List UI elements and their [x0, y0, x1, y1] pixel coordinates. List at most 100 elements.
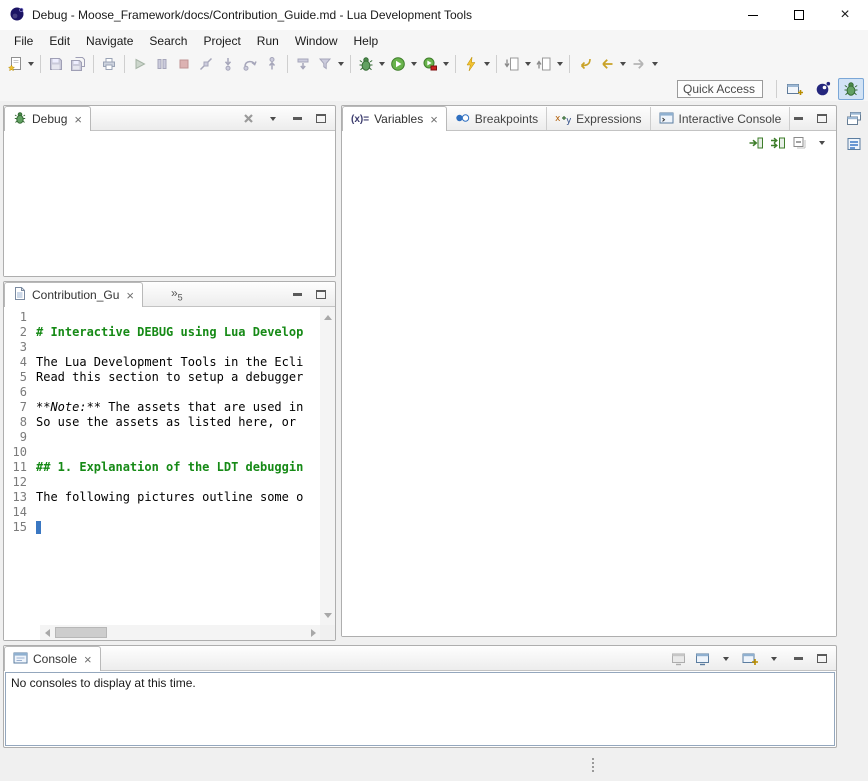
close-button[interactable]: ×	[822, 0, 868, 30]
lightning-button[interactable]	[460, 53, 482, 75]
toolbar-separator	[496, 55, 497, 73]
use-step-filters-dropdown[interactable]	[336, 53, 346, 75]
external-tools-dropdown[interactable]	[441, 53, 451, 75]
line-number: 2	[4, 325, 36, 340]
step-into-button[interactable]	[217, 53, 239, 75]
scroll-right-button[interactable]	[306, 626, 320, 640]
save-all-button[interactable]	[67, 53, 89, 75]
step-over-button[interactable]	[239, 53, 261, 75]
menu-help[interactable]: Help	[346, 32, 387, 50]
menu-file[interactable]: File	[6, 32, 41, 50]
tab-close-icon[interactable]: ×	[430, 113, 438, 126]
scroll-up-button[interactable]	[321, 310, 335, 324]
disconnect-button[interactable]	[195, 53, 217, 75]
line-number: 13	[4, 490, 36, 505]
save-button[interactable]	[45, 53, 67, 75]
use-step-filters-button[interactable]	[314, 53, 336, 75]
breakpoints-view-icon	[455, 111, 470, 128]
tab-interactive-console[interactable]: Interactive Console	[651, 107, 791, 131]
menu-edit[interactable]: Edit	[41, 32, 78, 50]
scroll-left-button[interactable]	[40, 626, 54, 640]
arrow-up-icon	[324, 315, 332, 320]
new-dropdown[interactable]	[26, 53, 36, 75]
scroll-down-button[interactable]	[321, 608, 335, 622]
lightning-dropdown[interactable]	[482, 53, 492, 75]
view-menu-button[interactable]	[814, 135, 830, 151]
menu-project[interactable]: Project	[195, 32, 248, 50]
forward-dropdown[interactable]	[650, 53, 660, 75]
previous-annotation-dropdown[interactable]	[555, 53, 565, 75]
quick-access-box[interactable]: Quick Access	[677, 80, 763, 98]
window-title: Debug - Moose_Framework/docs/Contributio…	[32, 8, 472, 22]
tab-close-icon[interactable]: ×	[126, 289, 134, 302]
last-edit-location-button[interactable]	[574, 53, 596, 75]
tab-console[interactable]: Console ×	[4, 646, 101, 671]
menu-window[interactable]: Window	[287, 32, 346, 50]
tab-close-icon[interactable]: ×	[84, 653, 92, 666]
display-selected-console-dropdown[interactable]	[718, 651, 734, 667]
vertical-scrollbar[interactable]	[320, 307, 335, 625]
print-button[interactable]	[98, 53, 120, 75]
suspend-button[interactable]	[151, 53, 173, 75]
debug-dropdown[interactable]	[377, 53, 387, 75]
back-button[interactable]	[596, 53, 618, 75]
restore-minimized-views-button[interactable]	[843, 108, 865, 130]
maximize-view-button[interactable]	[814, 651, 830, 667]
view-menu-button[interactable]	[265, 111, 281, 127]
resume-button[interactable]	[129, 53, 151, 75]
tab-close-icon[interactable]: ×	[74, 113, 82, 126]
new-button[interactable]	[4, 53, 26, 75]
previous-annotation-button[interactable]	[533, 53, 555, 75]
minimized-view-button[interactable]	[843, 133, 865, 155]
remove-all-terminated-button[interactable]	[241, 111, 257, 127]
collapse-all-button[interactable]	[792, 135, 808, 151]
menu-navigate[interactable]: Navigate	[78, 32, 141, 50]
drop-to-frame-button[interactable]	[292, 53, 314, 75]
trim-drag-handle[interactable]	[592, 758, 594, 760]
maximize-view-button[interactable]	[313, 111, 329, 127]
next-annotation-dropdown[interactable]	[523, 53, 533, 75]
forward-button[interactable]	[628, 53, 650, 75]
tab-variables[interactable]: (x)= Variables ×	[342, 106, 447, 131]
minimize-view-button[interactable]	[790, 651, 806, 667]
debug-view-content[interactable]	[4, 131, 335, 276]
minimize-view-button[interactable]	[790, 111, 806, 127]
external-tools-button[interactable]	[419, 53, 441, 75]
minimize-view-button[interactable]	[289, 287, 305, 303]
debug-button[interactable]	[355, 53, 377, 75]
code-line: 1	[4, 310, 320, 325]
back-dropdown[interactable]	[618, 53, 628, 75]
show-logical-structure-button[interactable]	[770, 135, 786, 151]
pin-console-button[interactable]	[670, 651, 686, 667]
maximize-view-button[interactable]	[814, 111, 830, 127]
open-perspective-button[interactable]	[782, 78, 808, 100]
console-text-viewer[interactable]: No consoles to display at this time.	[5, 672, 835, 746]
variables-view-content[interactable]	[342, 155, 836, 636]
next-annotation-button[interactable]	[501, 53, 523, 75]
scrollbar-thumb[interactable]	[55, 627, 107, 638]
editor-text-area[interactable]: 1 2# Interactive DEBUG using Lua Develop…	[4, 307, 320, 625]
open-console-dropdown[interactable]	[766, 651, 782, 667]
step-return-button[interactable]	[261, 53, 283, 75]
terminate-button[interactable]	[173, 53, 195, 75]
maximize-view-button[interactable]	[313, 287, 329, 303]
maximize-button[interactable]	[776, 0, 822, 30]
open-console-button[interactable]	[742, 651, 758, 667]
minimize-view-button[interactable]	[289, 111, 305, 127]
run-dropdown[interactable]	[409, 53, 419, 75]
minimize-button[interactable]	[730, 0, 776, 30]
tab-expressions[interactable]: xy Expressions	[547, 107, 650, 131]
debug-perspective-button[interactable]	[838, 78, 864, 100]
menu-run[interactable]: Run	[249, 32, 287, 50]
lua-perspective-button[interactable]	[810, 78, 836, 100]
minimize-icon	[748, 15, 758, 16]
run-button[interactable]	[387, 53, 409, 75]
show-type-names-button[interactable]	[748, 135, 764, 151]
hidden-editors-chevron[interactable]: »5	[171, 286, 183, 302]
horizontal-scrollbar[interactable]	[40, 625, 320, 640]
tab-debug[interactable]: Debug ×	[4, 106, 91, 131]
tab-contribution-guide[interactable]: Contribution_Gu ×	[4, 282, 143, 307]
display-selected-console-button[interactable]	[694, 651, 710, 667]
menu-search[interactable]: Search	[141, 32, 195, 50]
tab-breakpoints[interactable]: Breakpoints	[447, 107, 547, 131]
